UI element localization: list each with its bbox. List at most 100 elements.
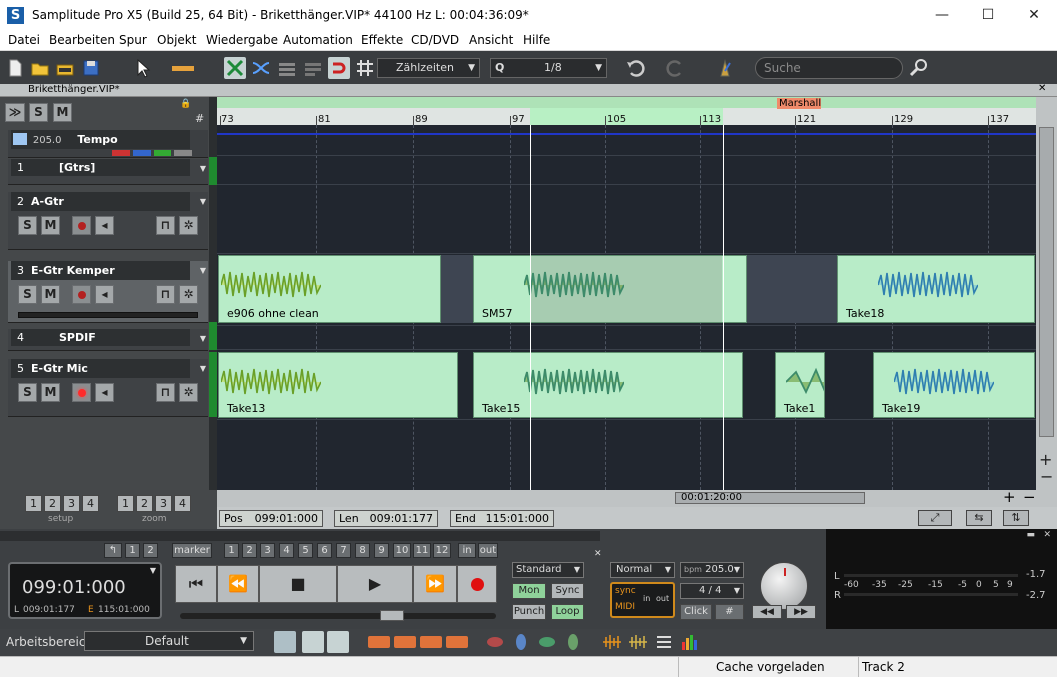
setup-2-button[interactable]: 2 [44,495,61,512]
waveform-icon[interactable] [601,631,623,653]
menu-ansicht[interactable]: Ansicht [469,33,513,47]
menu-automation[interactable]: Automation [283,33,353,47]
setup-3-button[interactable]: 3 [63,495,80,512]
track-2-mute-button[interactable]: M [41,216,60,235]
h-zoom-in-button[interactable]: + [1003,488,1016,506]
return-icon[interactable]: ↰ [104,543,122,558]
track-5-solo-button[interactable]: S [18,383,37,402]
fit-icon[interactable] [562,631,584,653]
zoom-1-button[interactable]: 1 [117,495,134,512]
menu-wiedergabe[interactable]: Wiedergabe [206,33,278,47]
time-display[interactable]: 099:01:000 ▼ L 009:01:177 E 115:01:000 [8,562,162,619]
audio-object[interactable]: Take1 [775,352,825,418]
chevron-down-icon[interactable]: ▼ [200,329,206,348]
slider-thumb[interactable] [380,610,404,621]
audio-object[interactable]: Take15 [473,352,743,418]
marker-page-2[interactable]: 2 [143,543,158,558]
crossfade-icon[interactable] [250,57,272,79]
track-3-mute-button[interactable]: M [41,285,60,304]
time-scroll-thumb[interactable]: 00:01:20:00 [675,492,865,504]
track-4[interactable]: 4 SPDIF ▼ [8,329,208,351]
timebase-select[interactable]: Zählzeiten ▼ [377,58,480,78]
end-field[interactable]: End 115:01:000 [450,510,554,527]
track-2-record-button[interactable] [72,216,91,235]
workspace-select[interactable]: Default ▼ [84,631,254,651]
marker-8[interactable]: 8 [355,543,370,558]
close-icon[interactable]: ✕ [1038,83,1046,94]
scrub-back-button[interactable]: ◀◀ [752,605,782,619]
speaker-icon[interactable]: ◂ [95,383,114,402]
minimize-icon[interactable]: ▬ [1026,530,1035,540]
open-folder-icon[interactable] [29,57,51,79]
audio-object[interactable]: Take19 [873,352,1035,418]
play-record-icon[interactable] [327,631,349,653]
track-3-solo-button[interactable]: S [18,285,37,304]
grid-toggle[interactable]: # [195,112,204,125]
range-tool-icon[interactable] [170,57,198,79]
ripple-icon[interactable] [302,57,324,79]
delete-icon[interactable] [420,636,442,648]
arrangement-area[interactable]: Marshall 73 81 89 97 105 113 121 129 137… [217,97,1036,490]
menu-effekte[interactable]: Effekte [361,33,403,47]
track-5-record-button[interactable] [72,383,91,402]
search-icon[interactable] [908,57,930,79]
track-1[interactable]: 1 [Gtrs] ▼ [8,159,208,185]
scrub-forward-button[interactable]: ▶▶ [786,605,816,619]
marker-1[interactable]: 1 [224,543,239,558]
track-name[interactable]: A-Gtr [31,195,64,208]
out-button[interactable]: out [478,543,498,558]
menu-bearbeiten[interactable]: Bearbeiten [49,33,115,47]
marker-3[interactable]: 3 [260,543,275,558]
fit-view-icon[interactable]: ⤢ [918,510,952,526]
marker-7[interactable]: 7 [336,543,351,558]
undo-icon[interactable] [625,57,647,79]
track-2[interactable]: 2 A-Gtr ▼ S M ◂ ⊓ ✲ [8,192,208,250]
fast-forward-button[interactable]: ⏩ [413,565,457,603]
timeline-ruler[interactable]: Marshall 73 81 89 97 105 113 121 129 137 [217,97,1036,125]
fx-icon[interactable]: ✲ [179,285,198,304]
marker-11[interactable]: 11 [413,543,431,558]
close-icon[interactable]: ✕ [594,549,602,559]
marker-page-1[interactable]: 1 [125,543,140,558]
marker-4[interactable]: 4 [279,543,294,558]
fx-icon[interactable]: ✲ [179,383,198,402]
pointer-tool-icon[interactable] [132,57,154,79]
track-name[interactable]: E-Gtr Mic [31,362,88,375]
lock-icon[interactable]: ⊓ [156,285,175,304]
track-5[interactable]: 5 E-Gtr Mic ▼ S M ◂ ⊓ ✲ [8,359,208,417]
redo-icon[interactable] [664,57,686,79]
punch-button[interactable]: Punch [512,604,546,620]
sync-button[interactable]: Sync [551,583,584,599]
mon-button[interactable]: Mon [512,583,546,599]
metronome-icon[interactable] [714,57,736,79]
mixer-icon[interactable] [274,631,296,653]
audio-object[interactable]: SM57 [473,255,747,323]
chevron-down-icon[interactable]: ▼ [200,192,206,211]
audio-object[interactable]: Take13 [218,352,458,418]
vertical-scrollbar[interactable]: + − [1036,97,1057,490]
sync-midi-panel[interactable]: sync MIDI in out [610,582,675,618]
menu-objekt[interactable]: Objekt [157,33,196,47]
analyzer-icon[interactable] [679,631,701,653]
close-icon[interactable]: ✕ [1043,530,1051,540]
marker-6[interactable]: 6 [317,543,332,558]
mute-object-icon[interactable] [446,636,468,648]
open-project-icon[interactable] [54,57,76,79]
track-2-solo-button[interactable]: S [18,216,37,235]
zoom-2-button[interactable]: 2 [136,495,153,512]
vertical-zoom-icon[interactable]: ⇅ [1003,510,1029,526]
paste-icon[interactable] [394,636,416,648]
setup-4-button[interactable]: 4 [82,495,99,512]
track-3[interactable]: 3 E-Gtr Kemper ▼ S M ◂ ⊓ ✲ [8,261,208,323]
search-input[interactable]: Suche [755,57,903,79]
tracks-view-icon[interactable] [302,631,324,653]
object-lock-icon[interactable] [276,57,298,79]
project-tab[interactable]: Briketthänger.VIP* [28,84,120,95]
audio-object[interactable]: Take18 [837,255,1035,323]
speaker-icon[interactable]: ◂ [95,216,114,235]
zoom-4-button[interactable]: 4 [174,495,191,512]
rewind-button[interactable]: ⏪ [217,565,259,603]
track-name[interactable]: SPDIF [59,331,96,344]
list-icon[interactable] [653,631,675,653]
minimize-button[interactable]: — [919,0,965,31]
